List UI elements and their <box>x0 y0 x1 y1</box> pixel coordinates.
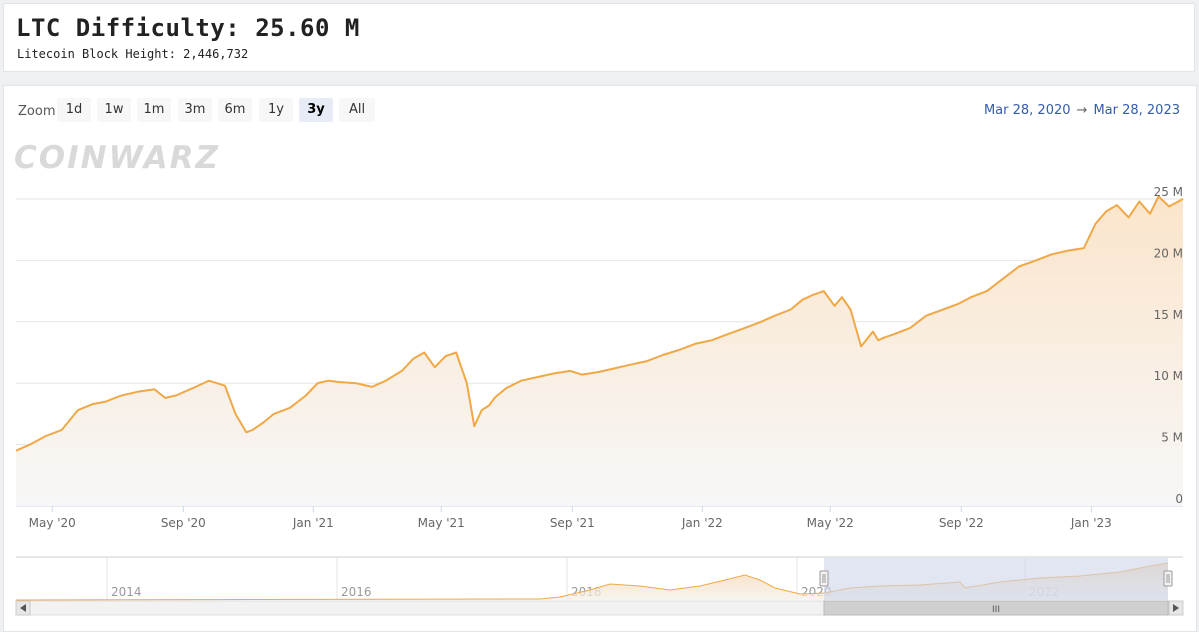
navigator-handle-left[interactable] <box>819 570 829 587</box>
chart-svg: COINWARZ 0 5 M 10 M 15 M 20 M 25 M May '20 Sep… <box>14 140 1184 616</box>
navigator[interactable]: 2014 2016 2018 2020 2022 <box>15 556 1183 601</box>
x-tick-label: Jan '22 <box>681 516 723 530</box>
series-area <box>16 196 1183 506</box>
y-tick-label: 5 M <box>1161 431 1183 445</box>
y-tick-label: 25 M <box>1154 185 1183 199</box>
y-tick-label: 20 M <box>1154 246 1183 260</box>
y-tick-label: 15 M <box>1154 308 1183 322</box>
watermark-logo: COINWARZ <box>14 140 220 176</box>
x-tick-label: Sep '20 <box>161 516 206 530</box>
scrollbar[interactable]: III <box>15 600 1184 616</box>
navigator-selection-mask[interactable] <box>824 558 1168 600</box>
y-tick-label: 0 <box>1175 492 1183 506</box>
x-tick-label: May '22 <box>807 516 854 530</box>
navigator-year-label: 2014 <box>111 585 142 599</box>
x-tick-label: May '21 <box>418 516 465 530</box>
x-tick-label: May '20 <box>29 516 76 530</box>
x-tick-label: Sep '22 <box>939 516 984 530</box>
x-tick-label: Jan '21 <box>292 516 334 530</box>
x-tick-label: Sep '21 <box>550 516 595 530</box>
x-tick-label: Jan '23 <box>1070 516 1112 530</box>
x-axis: May '20 Sep '20 Jan '21 May '21 Sep '21 Jan '… <box>29 506 1112 530</box>
navigator-handle-right[interactable] <box>1163 570 1173 587</box>
y-tick-label: 10 M <box>1154 369 1183 383</box>
scroll-grip-icon: III <box>992 605 1000 615</box>
navigator-year-label: 2016 <box>341 585 372 599</box>
